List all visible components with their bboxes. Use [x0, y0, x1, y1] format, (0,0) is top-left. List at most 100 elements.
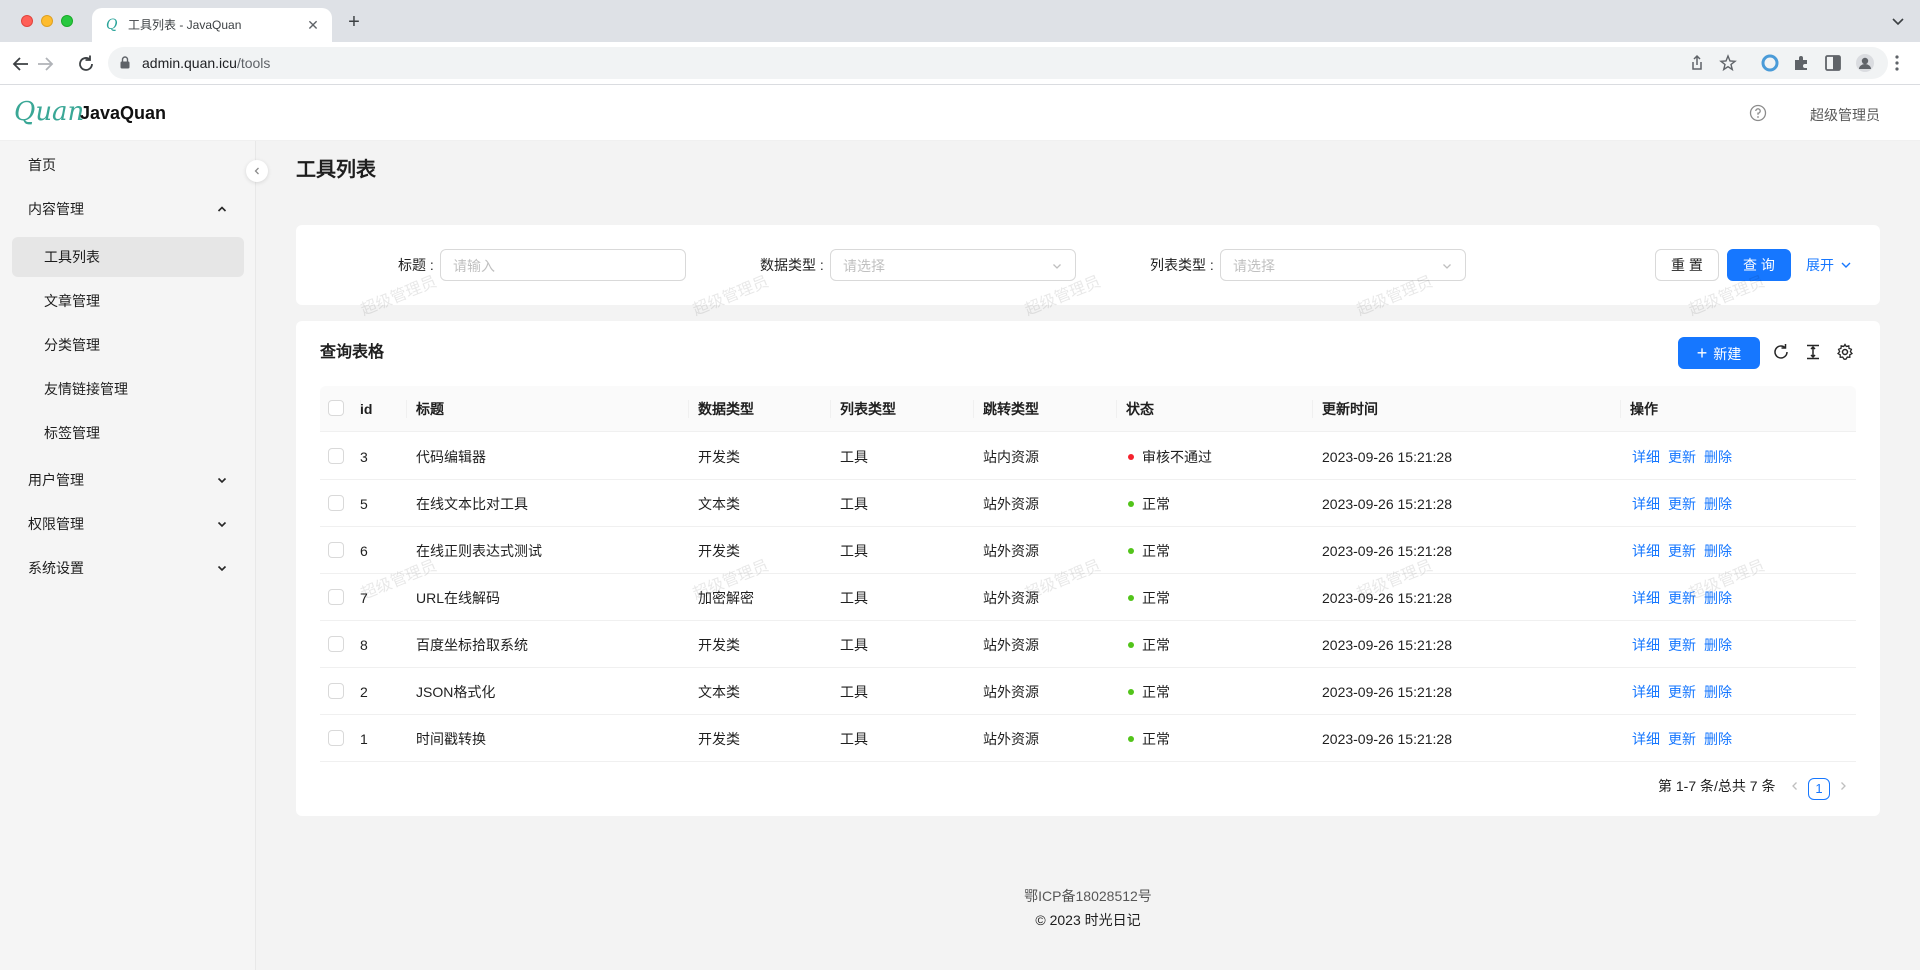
url-text[interactable]: admin.quan.icu/tools	[142, 55, 270, 72]
forward-arrow-icon[interactable]	[34, 53, 56, 75]
delete-link[interactable]: 删除	[1704, 448, 1732, 466]
detail-link[interactable]: 详细	[1632, 495, 1660, 513]
sidebar-item-system-settings[interactable]: 系统设置	[12, 548, 244, 588]
table-row: 3 代码编辑器 开发类 工具 站内资源 2023-09-26 15:21:28 审核不通过 详…	[320, 433, 1856, 480]
detail-link[interactable]: 详细	[1632, 636, 1660, 654]
back-arrow-icon[interactable]	[10, 53, 32, 75]
question-circle-icon[interactable]	[1749, 104, 1767, 122]
settings-gear-icon[interactable]	[1836, 343, 1854, 361]
share-icon[interactable]	[1688, 54, 1706, 72]
status-dot	[1128, 595, 1134, 601]
pagination-page-1[interactable]: 1	[1808, 778, 1830, 800]
row-select-checkbox[interactable]	[328, 683, 344, 699]
detail-link[interactable]: 详细	[1632, 448, 1660, 466]
reset-button[interactable]: 重 置	[1655, 249, 1719, 281]
sidebar-item-tag-management[interactable]: 标签管理	[12, 413, 244, 453]
delete-link[interactable]: 删除	[1704, 730, 1732, 748]
column-header-status[interactable]: 状态	[1126, 400, 1154, 418]
sidebar-item-tool-list[interactable]: 工具列表	[12, 237, 244, 277]
sidebar-item-label: 用户管理	[28, 472, 84, 488]
row-select-checkbox[interactable]	[328, 730, 344, 746]
cell-id: 7	[360, 590, 368, 606]
sidebar-item-user-management[interactable]: 用户管理	[12, 460, 244, 500]
row-select-checkbox[interactable]	[328, 636, 344, 652]
user-name[interactable]: 超级管理员	[1810, 105, 1880, 125]
row-select-checkbox[interactable]	[328, 542, 344, 558]
cell-title: 时间戳转换	[416, 731, 486, 747]
row-select-checkbox[interactable]	[328, 589, 344, 605]
data-type-select[interactable]: 请选择	[830, 249, 1076, 281]
icp-record-link[interactable]: 鄂ICP备18028512号	[256, 887, 1920, 905]
table-title: 查询表格	[320, 344, 385, 361]
update-link[interactable]: 更新	[1668, 448, 1696, 466]
sidebar: 首页 内容管理 工具列表 文章管理 分类管理 友情链接管理 标签管理 用户管理 …	[0, 141, 256, 970]
new-tab-icon[interactable]: +	[344, 12, 364, 32]
sidebar-item-friend-links[interactable]: 友情链接管理	[12, 369, 244, 409]
sidebar-item-home[interactable]: 首页	[12, 145, 244, 185]
sidebar-item-permission-management[interactable]: 权限管理	[12, 504, 244, 544]
reload-icon[interactable]	[75, 53, 97, 75]
tab-title: 工具列表 - JavaQuan	[128, 18, 242, 32]
cell-title: 在线文本比对工具	[416, 496, 528, 512]
detail-link[interactable]: 详细	[1632, 542, 1660, 560]
browser-tab-active[interactable]: Q 工具列表 - JavaQuan ✕	[92, 8, 332, 42]
chevron-left-icon[interactable]	[1788, 779, 1802, 793]
sidebar-item-article-management[interactable]: 文章管理	[12, 281, 244, 321]
update-link[interactable]: 更新	[1668, 636, 1696, 654]
delete-link[interactable]: 删除	[1704, 589, 1732, 607]
title-search-input[interactable]: 请输入	[440, 249, 686, 281]
delete-link[interactable]: 删除	[1704, 683, 1732, 701]
profile-avatar-icon[interactable]	[1855, 53, 1875, 73]
select-all-checkbox[interactable]	[328, 400, 344, 416]
delete-link[interactable]: 删除	[1704, 636, 1732, 654]
window-zoom-button[interactable]	[61, 15, 73, 27]
status-dot	[1128, 548, 1134, 554]
delete-link[interactable]: 删除	[1704, 495, 1732, 513]
delete-link[interactable]: 删除	[1704, 542, 1732, 560]
chevron-down-icon	[217, 477, 227, 484]
tab-close-icon[interactable]: ✕	[304, 16, 322, 34]
sidebar-item-category-management[interactable]: 分类管理	[12, 325, 244, 365]
column-header-list-type[interactable]: 列表类型	[840, 400, 896, 418]
update-link[interactable]: 更新	[1668, 589, 1696, 607]
reload-icon[interactable]	[1772, 343, 1790, 361]
window-close-button[interactable]	[21, 15, 33, 27]
extensions-puzzle-icon[interactable]	[1791, 53, 1811, 73]
detail-link[interactable]: 详细	[1632, 730, 1660, 748]
logo-text[interactable]: JavaQuan	[80, 101, 166, 125]
chevron-left-icon	[254, 167, 259, 175]
sidebar-collapse-button[interactable]	[246, 160, 268, 182]
row-select-checkbox[interactable]	[328, 448, 344, 464]
side-panel-icon[interactable]	[1823, 53, 1843, 73]
lock-icon[interactable]	[120, 56, 130, 69]
bookmark-star-icon[interactable]	[1719, 54, 1737, 72]
sidebar-item-content-management[interactable]: 内容管理	[12, 189, 244, 229]
update-link[interactable]: 更新	[1668, 542, 1696, 560]
detail-link[interactable]: 详细	[1632, 589, 1660, 607]
query-button[interactable]: 查 询	[1727, 249, 1791, 281]
chevron-right-icon[interactable]	[1836, 779, 1850, 793]
cell-data-type: 开发类	[698, 449, 740, 465]
table-row: 1 时间戳转换 开发类 工具 站外资源 2023-09-26 15:21:28 正常 详细 更新…	[320, 715, 1856, 762]
address-bar[interactable]: admin.quan.icu/tools	[108, 47, 1888, 79]
column-header-updated-time[interactable]: 更新时间	[1322, 400, 1378, 418]
column-header-id[interactable]: id	[360, 400, 372, 418]
update-link[interactable]: 更新	[1668, 730, 1696, 748]
list-type-select[interactable]: 请选择	[1220, 249, 1466, 281]
browser-menu-icon[interactable]	[1887, 53, 1907, 73]
table-row: 8 百度坐标拾取系统 开发类 工具 站外资源 2023-09-26 15:21:28 正常 详…	[320, 621, 1856, 668]
window-minimize-button[interactable]	[41, 15, 53, 27]
extension-circle-icon[interactable]	[1760, 53, 1780, 73]
new-button[interactable]: + 新建	[1678, 337, 1760, 369]
expand-filters-link[interactable]: 展开	[1806, 256, 1852, 274]
column-header-data-type[interactable]: 数据类型	[698, 400, 754, 418]
detail-link[interactable]: 详细	[1632, 683, 1660, 701]
row-select-checkbox[interactable]	[328, 495, 344, 511]
logo-mark[interactable]: Quan	[14, 97, 84, 127]
tab-search-chevron-icon[interactable]	[1890, 13, 1906, 29]
column-header-title[interactable]: 标题	[416, 400, 444, 418]
update-link[interactable]: 更新	[1668, 683, 1696, 701]
column-height-icon[interactable]	[1804, 343, 1822, 361]
column-header-jump-type[interactable]: 跳转类型	[983, 400, 1039, 418]
update-link[interactable]: 更新	[1668, 495, 1696, 513]
